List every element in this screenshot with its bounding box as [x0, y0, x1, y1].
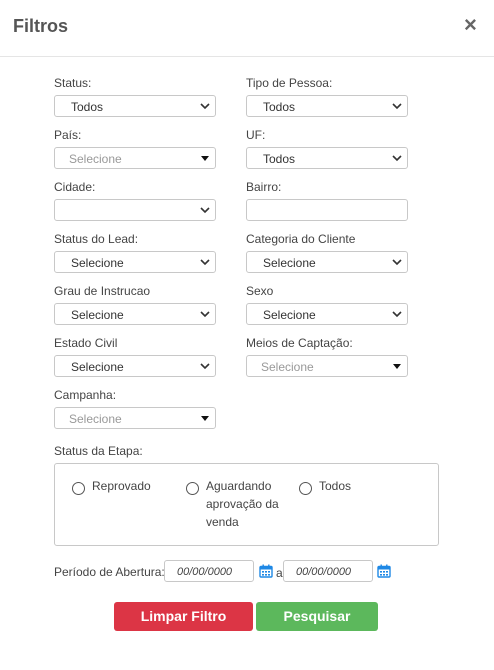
radio-reprovado[interactable] — [72, 482, 85, 495]
radio-label-aguardando-line2: aprovação da — [206, 497, 279, 511]
periodo-end-placeholder: 00/00/0000 — [296, 566, 352, 578]
caret-down-icon — [201, 156, 209, 161]
tipo-pessoa-label: Tipo de Pessoa: — [246, 76, 333, 90]
bairro-input[interactable] — [246, 199, 408, 221]
categoria-cliente-value: Selecione — [263, 256, 316, 270]
tipo-pessoa-value: Todos — [263, 100, 296, 114]
radio-label-todos: Todos — [319, 479, 352, 493]
pais-select[interactable]: Selecione — [54, 147, 216, 169]
bairro-label: Bairro: — [246, 180, 282, 194]
radio-label-reprovado: Reprovado — [92, 479, 151, 493]
caret-down-icon — [393, 364, 401, 369]
radio-label-aguardando: Aguardando aprovação da venda — [206, 477, 279, 531]
caret-down-icon — [201, 416, 209, 421]
radio-aguardando[interactable] — [186, 482, 199, 495]
chevron-down-icon — [200, 103, 210, 110]
cidade-label: Cidade: — [54, 180, 96, 194]
meios-captacao-label: Meios de Captação: — [246, 336, 353, 350]
radio-todos[interactable] — [299, 482, 312, 495]
status-lead-value: Selecione — [71, 256, 124, 270]
close-icon[interactable]: × — [464, 14, 477, 36]
campanha-select[interactable]: Selecione — [54, 407, 216, 429]
meios-captacao-placeholder: Selecione — [261, 360, 314, 374]
status-select[interactable]: Todos — [54, 95, 216, 117]
periodo-start-placeholder: 00/00/0000 — [177, 566, 233, 578]
status-lead-select[interactable]: Selecione — [54, 251, 216, 273]
sexo-label: Sexo — [246, 284, 274, 298]
modal-title: Filtros — [13, 16, 69, 36]
status-etapa-label: Status da Etapa: — [54, 444, 143, 458]
categoria-cliente-select[interactable]: Selecione — [246, 251, 408, 273]
estado-civil-value: Selecione — [71, 360, 124, 374]
sexo-select[interactable]: Selecione — [246, 303, 408, 325]
periodo-start-input[interactable]: 00/00/0000 — [164, 560, 254, 582]
estado-civil-label: Estado Civil — [54, 336, 118, 350]
status-label: Status: — [54, 76, 92, 90]
periodo-end-input[interactable]: 00/00/0000 — [283, 560, 373, 582]
pais-label: País: — [54, 128, 82, 142]
categoria-cliente-label: Categoria do Cliente — [246, 232, 356, 246]
calendar-icon[interactable] — [377, 564, 391, 578]
campanha-label: Campanha: — [54, 388, 117, 402]
chevron-down-icon — [392, 311, 402, 318]
modal-header: Filtros × — [0, 0, 494, 57]
chevron-down-icon — [200, 363, 210, 370]
radio-label-aguardando-line3: venda — [206, 515, 239, 529]
grau-instrucao-label: Grau de Instrucao — [54, 284, 151, 298]
uf-select[interactable]: Todos — [246, 147, 408, 169]
chevron-down-icon — [200, 259, 210, 266]
clear-filter-button[interactable]: Limpar Filtro — [114, 602, 253, 631]
status-etapa-group: Reprovado Aguardando aprovação da venda … — [54, 463, 439, 546]
chevron-down-icon — [200, 311, 210, 318]
grau-instrucao-value: Selecione — [71, 308, 124, 322]
pais-placeholder: Selecione — [69, 152, 122, 166]
estado-civil-select[interactable]: Selecione — [54, 355, 216, 377]
chevron-down-icon — [392, 155, 402, 162]
uf-label: UF: — [246, 128, 266, 142]
chevron-down-icon — [392, 259, 402, 266]
cidade-select[interactable] — [54, 199, 216, 221]
search-button[interactable]: Pesquisar — [256, 602, 378, 631]
status-value: Todos — [71, 100, 104, 114]
radio-label-aguardando-line1: Aguardando — [206, 479, 272, 493]
periodo-label: Período de Abertura: — [54, 565, 165, 579]
chevron-down-icon — [392, 103, 402, 110]
sexo-value: Selecione — [263, 308, 316, 322]
meios-captacao-select[interactable]: Selecione — [246, 355, 408, 377]
periodo-separator: a — [276, 566, 283, 580]
grau-instrucao-select[interactable]: Selecione — [54, 303, 216, 325]
chevron-down-icon — [200, 207, 210, 214]
tipo-pessoa-select[interactable]: Todos — [246, 95, 408, 117]
status-lead-label: Status do Lead: — [54, 232, 139, 246]
campanha-placeholder: Selecione — [69, 412, 122, 426]
uf-value: Todos — [263, 152, 296, 166]
calendar-icon[interactable] — [259, 564, 273, 578]
